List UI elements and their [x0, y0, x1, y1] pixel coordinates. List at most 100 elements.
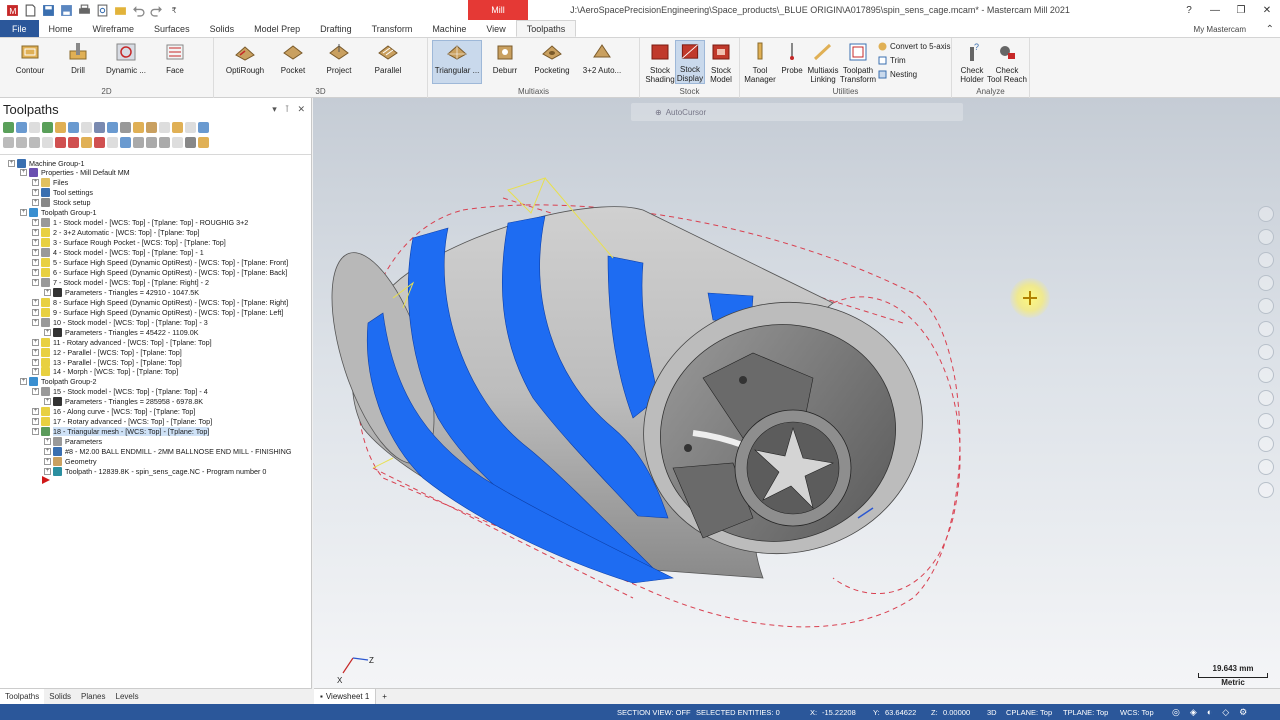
redo-icon[interactable] [148, 2, 164, 18]
help-toolpath-icon[interactable] [198, 122, 209, 133]
tree-node[interactable]: +3 - Surface Rough Pocket - [WCS: Top] -… [32, 238, 226, 248]
print-icon[interactable] [76, 2, 92, 18]
project-button[interactable]: Project [324, 41, 354, 75]
clear-color-icon[interactable] [1258, 459, 1274, 475]
no-entry-icon[interactable] [1258, 482, 1274, 498]
expand-toggle-icon[interactable]: + [20, 209, 27, 217]
expand-icon[interactable] [146, 137, 157, 148]
pin-icon[interactable]: ⊺ [285, 104, 290, 115]
viewsheet-tab[interactable]: ▪ Viewsheet 1 [314, 688, 377, 705]
tab-drafting[interactable]: Drafting [310, 20, 362, 37]
nesting-button[interactable]: Nesting [878, 70, 917, 79]
dynamic-button[interactable]: Dynamic ... [104, 41, 148, 75]
convert-5axis-button[interactable]: Convert to 5-axis [878, 42, 950, 51]
print-preview-icon[interactable] [94, 2, 110, 18]
tab-levels-manager[interactable]: Levels [111, 689, 144, 704]
expand-toggle-icon[interactable]: + [44, 398, 51, 406]
gview-icon[interactable] [1258, 298, 1274, 314]
tree-node[interactable]: + Properties - Mill Default MM [20, 168, 130, 178]
settings-icon[interactable]: ⚙ [1239, 707, 1247, 718]
hide-icon[interactable] [1258, 413, 1274, 429]
pocketing-button[interactable]: Pocketing [532, 41, 572, 75]
auto-3plus2-button[interactable]: 3+2 Auto... [580, 41, 624, 75]
multiaxis-linking-button[interactable]: Multiaxis Linking [806, 41, 840, 84]
shading-icon[interactable] [1258, 344, 1274, 360]
expand-toggle-icon[interactable]: + [32, 368, 39, 376]
expand-toggle-icon[interactable]: + [32, 249, 39, 257]
stock-model-button[interactable]: Stock Model [706, 41, 736, 84]
insert-arrow-icon[interactable] [42, 476, 50, 485]
tool-manager-button[interactable]: Tool Manager [742, 41, 778, 84]
tree-node[interactable]: + Stock setup [32, 198, 91, 208]
tree-node[interactable]: +5 - Surface High Speed (Dynamic OptiRes… [32, 258, 288, 268]
globe-icon[interactable]: ◎ [1172, 707, 1180, 718]
regenerate-selected-icon[interactable] [42, 122, 53, 133]
lock-toggle-icon[interactable] [3, 137, 14, 148]
tab-toolpaths[interactable]: Toolpaths [515, 20, 577, 37]
tab-wireframe[interactable]: Wireframe [83, 20, 145, 37]
select-all-icon[interactable] [3, 122, 14, 133]
minimize-button[interactable]: — [1202, 0, 1228, 20]
move-up-icon[interactable] [68, 137, 79, 148]
collapse-ribbon-icon[interactable]: ⌃ [1266, 20, 1274, 38]
tab-transform[interactable]: Transform [362, 20, 423, 37]
qat-customize-icon[interactable]: ₹ [166, 2, 182, 18]
zoom-fit-icon[interactable] [1258, 206, 1274, 222]
post-icon[interactable] [120, 122, 131, 133]
expand-toggle-icon[interactable]: + [32, 179, 39, 187]
insert-arrow-icon[interactable] [81, 137, 92, 148]
tree-node[interactable]: + Parameters - Triangles = 285958 - 6978.… [44, 397, 203, 407]
tree-node[interactable]: +15 - Stock model - [WCS: Top] - [Tplane… [32, 387, 208, 397]
select-dirty-icon[interactable] [16, 122, 27, 133]
display-toggle-icon[interactable] [16, 137, 27, 148]
save-as-icon[interactable] [58, 2, 74, 18]
tree-node[interactable]: +12 - Parallel - [WCS: Top] - [Tplane: T… [32, 347, 182, 357]
expand-toggle-icon[interactable]: + [44, 288, 51, 296]
lock-icon[interactable] [172, 122, 183, 133]
tree-node[interactable]: +16 - Along curve - [WCS: Top] - [Tplane… [32, 407, 195, 417]
mode-3d-toggle[interactable]: 3D [987, 704, 997, 720]
expand-toggle-icon[interactable]: + [32, 278, 39, 286]
tree-node[interactable]: +9 - Surface High Speed (Dynamic OptiRes… [32, 307, 283, 317]
undo-icon[interactable] [130, 2, 146, 18]
wireframe-icon[interactable] [1258, 367, 1274, 383]
wcs-status[interactable]: WCS: Top [1120, 704, 1154, 720]
tree-node[interactable]: +8 - Surface High Speed (Dynamic OptiRes… [32, 297, 288, 307]
expand-toggle-icon[interactable]: + [32, 358, 39, 366]
filter-icon[interactable] [198, 137, 209, 148]
tree-node[interactable]: + Files [32, 178, 68, 188]
wire-icon[interactable]: ◇ [1222, 707, 1229, 718]
expand-toggle-icon[interactable]: + [32, 268, 39, 276]
tab-home[interactable]: Home [39, 20, 83, 37]
tree-node[interactable]: + Parameters - Triangles = 45422 - 1109.0… [44, 327, 199, 337]
tab-model-prep[interactable]: Model Prep [244, 20, 310, 37]
expand-toggle-icon[interactable]: + [32, 318, 39, 326]
trim-button[interactable]: Trim [878, 56, 906, 65]
section-view-icon[interactable] [1258, 321, 1274, 337]
expand-toggle-icon[interactable]: + [44, 328, 51, 336]
tree-node[interactable]: +6 - Surface High Speed (Dynamic OptiRes… [32, 267, 287, 277]
expand-toggle-icon[interactable]: + [32, 408, 39, 416]
face-button[interactable]: Face [160, 41, 190, 75]
backplot-icon[interactable] [68, 122, 79, 133]
close-button[interactable]: ✕ [1254, 0, 1280, 20]
tree-node[interactable]: +17 - Rotary advanced - [WCS: Top] - [Tp… [32, 417, 212, 427]
verify-icon[interactable] [94, 122, 105, 133]
triangular-mesh-button[interactable]: Triangular ... [432, 40, 482, 84]
tab-surfaces[interactable]: Surfaces [144, 20, 200, 37]
show-all-icon[interactable] [133, 137, 144, 148]
parallel-button[interactable]: Parallel [372, 41, 404, 75]
stock-shading-button[interactable]: Stock Shading [644, 41, 676, 84]
shade-icon[interactable]: ◐ [1207, 707, 1212, 717]
level-icon[interactable] [1258, 436, 1274, 452]
tree-node[interactable]: + Machine Group-1 [8, 158, 85, 168]
reload-icon[interactable] [112, 2, 128, 18]
expand-toggle-icon[interactable]: + [20, 378, 27, 386]
options-icon[interactable] [185, 137, 196, 148]
graphics-viewport[interactable]: ⊕ AutoCursor X Z 19.643 mm Metric [313, 98, 1280, 688]
tree-node[interactable]: + Toolpath Group-1 [20, 208, 97, 218]
tree-node[interactable]: + Toolpath Group-2 [20, 377, 97, 387]
my-mastercam-link[interactable]: My Mastercam [1194, 20, 1246, 38]
cplane-status[interactable]: CPLANE: Top [1006, 704, 1052, 720]
panel-dropdown-icon[interactable]: ▾ [272, 104, 277, 115]
